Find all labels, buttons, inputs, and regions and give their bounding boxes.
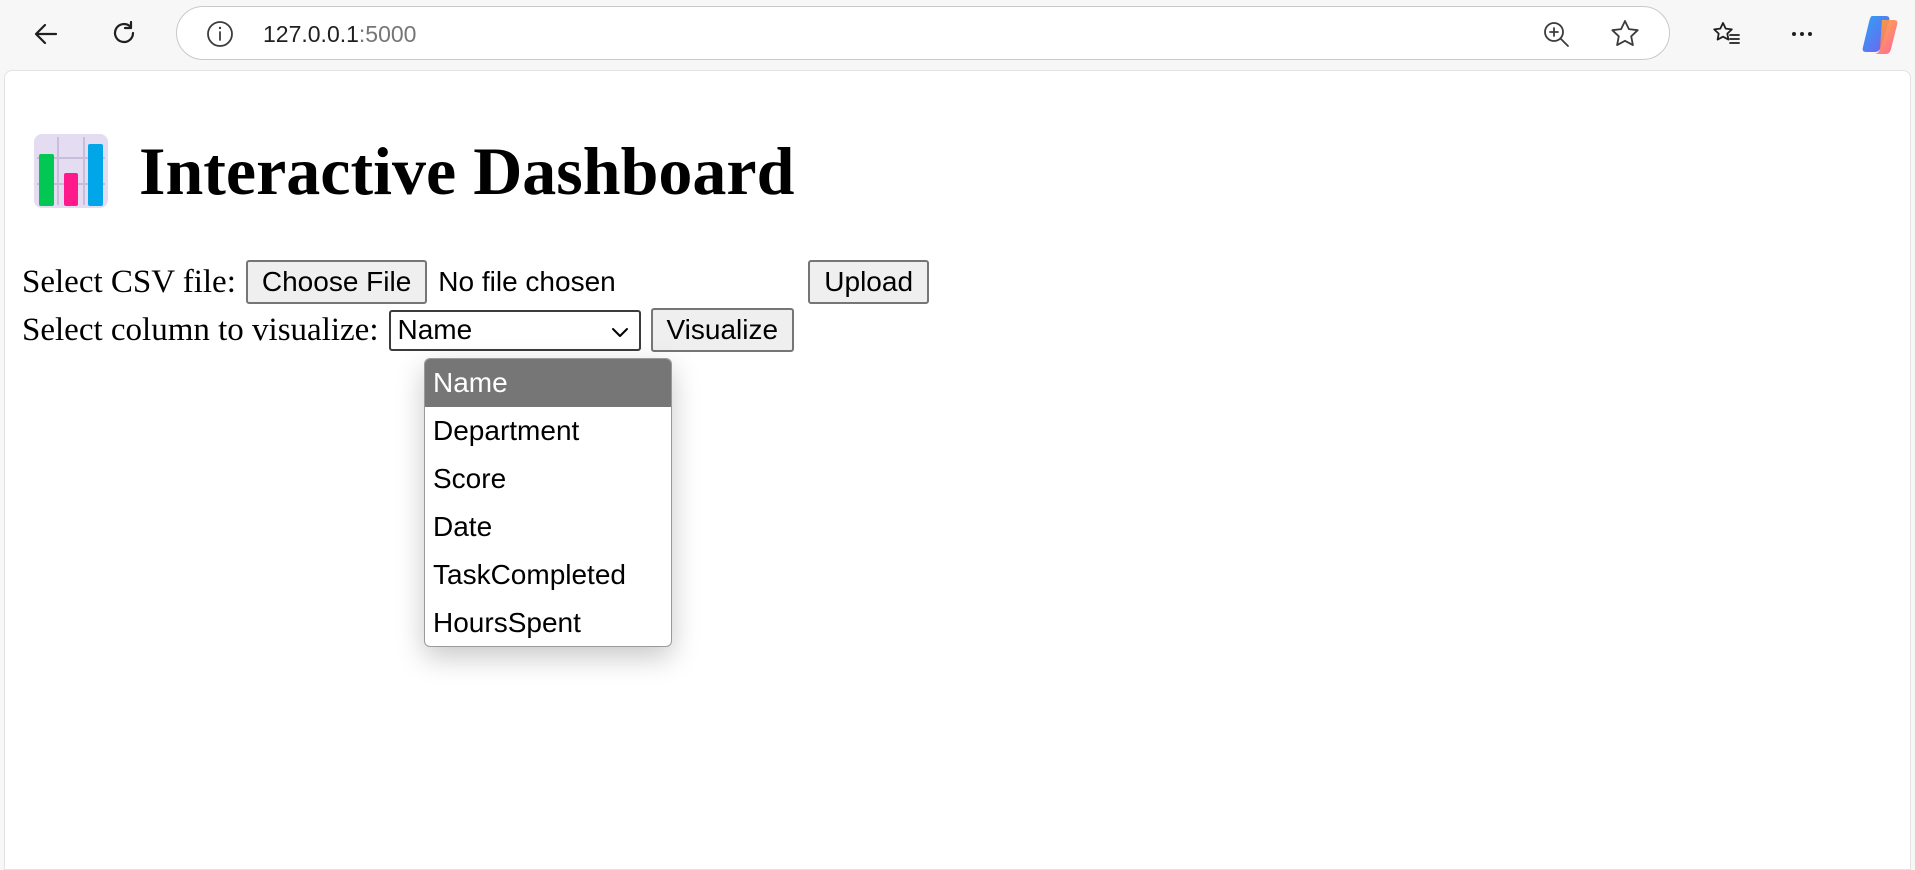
copilot-icon[interactable]: [1858, 12, 1902, 56]
upload-form: Select CSV file: Choose File No file cho…: [22, 259, 930, 305]
column-select-label: Select column to visualize:: [22, 311, 379, 348]
column-select[interactable]: Name: [388, 309, 641, 351]
chevron-down-icon: [611, 327, 628, 337]
dropdown-option-score[interactable]: Score: [425, 455, 671, 503]
dropdown-option-department[interactable]: Department: [425, 407, 671, 455]
upload-button[interactable]: Upload: [808, 260, 930, 304]
back-arrow-icon[interactable]: [24, 12, 68, 56]
page-title: Interactive Dashboard: [139, 133, 795, 209]
browser-toolbar: 127.0.0.1:5000: [0, 0, 1915, 68]
file-status-text: No file chosen: [438, 266, 616, 297]
url-text[interactable]: 127.0.0.1:5000: [263, 21, 416, 47]
star-icon[interactable]: [1609, 18, 1641, 50]
page-heading: Interactive Dashboard: [33, 131, 794, 211]
dropdown-option-taskcompleted[interactable]: TaskCompleted: [425, 551, 671, 599]
column-dropdown-list: Name Department Score Date TaskCompleted…: [424, 358, 672, 647]
address-bar[interactable]: 127.0.0.1:5000: [176, 6, 1670, 60]
zoom-icon[interactable]: [1541, 19, 1571, 49]
dropdown-option-name[interactable]: Name: [425, 359, 671, 407]
dropdown-option-hoursspent[interactable]: HoursSpent: [425, 599, 671, 646]
reload-icon[interactable]: [102, 12, 146, 56]
more-icon[interactable]: [1780, 12, 1824, 56]
choose-file-button[interactable]: Choose File: [245, 260, 428, 304]
page-viewport: Interactive Dashboard Select CSV file: C…: [4, 70, 1911, 870]
visualize-form: Select column to visualize: Name Visuali…: [22, 307, 795, 353]
visualize-button[interactable]: Visualize: [650, 308, 795, 352]
info-icon[interactable]: [205, 19, 235, 49]
favorites-icon[interactable]: [1704, 12, 1748, 56]
bar-chart-icon: [34, 134, 108, 208]
csv-file-label: Select CSV file:: [22, 263, 236, 300]
column-select-value: Name: [397, 314, 473, 345]
url-port: :5000: [358, 21, 417, 47]
url-host: 127.0.0.1: [263, 21, 359, 47]
dropdown-option-date[interactable]: Date: [425, 503, 671, 551]
